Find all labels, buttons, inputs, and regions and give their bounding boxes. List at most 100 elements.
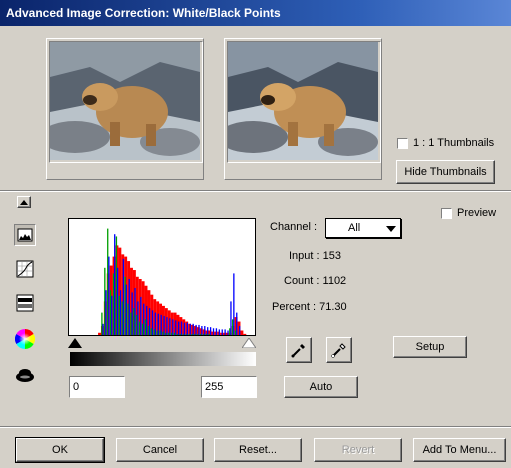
input-readout: Input : 153: [289, 250, 341, 262]
histogram-bar: [141, 323, 144, 335]
histogram-bar: [154, 312, 157, 335]
one-to-one-thumbnails-label: 1 : 1 Thumbnails: [413, 137, 495, 149]
histogram-bar: [105, 290, 107, 335]
histogram-bar: [102, 323, 104, 335]
section-divider: [0, 190, 511, 192]
histogram-bar: [128, 279, 130, 335]
histogram-bar: [233, 273, 235, 335]
histogram-bar: [168, 332, 170, 335]
histogram-bar: [112, 273, 115, 335]
histogram-bar: [146, 305, 148, 335]
reset-button[interactable]: Reset...: [214, 438, 302, 462]
histogram-bar: [169, 318, 171, 335]
black-eyedropper-icon: [291, 344, 305, 358]
levels-tool-icon[interactable]: [14, 292, 36, 314]
histogram-bar: [151, 310, 154, 335]
histogram-panel: [68, 218, 256, 336]
hat-tool-icon[interactable]: [14, 364, 36, 386]
histogram-bar: [230, 301, 232, 335]
histogram-bar: [234, 330, 237, 335]
histogram-bar: [140, 296, 142, 335]
histogram-bar: [109, 290, 112, 335]
histogram-bar: [130, 312, 132, 335]
channel-label: Channel :: [270, 221, 318, 233]
histogram-bar: [240, 330, 244, 335]
auto-button[interactable]: Auto: [284, 376, 358, 398]
histogram-bar: [232, 319, 234, 335]
white-point-slider[interactable]: [241, 337, 257, 350]
setup-button[interactable]: Setup: [393, 336, 467, 358]
window-title: Advanced Image Correction: White/Black P…: [0, 0, 511, 26]
black-point-slider[interactable]: [68, 338, 82, 350]
histogram-bar: [165, 332, 167, 335]
histogram-bar: [173, 332, 176, 335]
histogram-bar: [134, 287, 136, 335]
cancel-button[interactable]: Cancel: [116, 438, 204, 462]
histogram-bar: [236, 312, 238, 335]
corrected-thumbnail: [224, 38, 382, 180]
histogram-bar: [107, 228, 109, 335]
histogram-bar: [139, 321, 141, 335]
histogram-bar: [209, 327, 212, 335]
histogram-bar: [177, 321, 180, 335]
histogram-bar: [201, 326, 203, 335]
histogram-bar: [224, 329, 226, 335]
black-point-input[interactable]: 0: [69, 376, 125, 398]
histogram-bar: [148, 308, 151, 335]
histogram-bar: [179, 333, 182, 335]
histogram-bar: [115, 236, 118, 335]
channel-selected-value: All: [348, 222, 361, 234]
black-eyedropper-button[interactable]: [286, 337, 312, 363]
histogram-bar: [204, 326, 206, 335]
histogram-bar: [171, 332, 173, 335]
original-thumbnail: [46, 38, 204, 180]
histogram-bar: [188, 333, 190, 335]
histogram-bar: [243, 333, 247, 335]
white-eyedropper-button[interactable]: [326, 337, 352, 363]
histogram-bar: [195, 324, 197, 335]
histogram-bar: [118, 295, 121, 335]
white-point-input[interactable]: 255: [201, 376, 257, 398]
histogram-bar: [176, 333, 179, 335]
histogram-bar: [215, 328, 218, 335]
collapse-arrow-icon[interactable]: [17, 196, 31, 208]
tonal-gradient-bar: [70, 352, 256, 366]
histogram-bar: [104, 267, 106, 335]
hide-thumbnails-button[interactable]: Hide Thumbnails: [396, 160, 495, 184]
histogram-bar: [137, 301, 139, 335]
histogram-tool-icon[interactable]: [14, 224, 36, 246]
histogram-bar: [98, 332, 101, 335]
histogram-bar: [189, 323, 191, 335]
histogram-bar: [150, 328, 152, 335]
histogram-bar: [192, 323, 194, 335]
ok-button[interactable]: OK: [15, 437, 105, 463]
histogram-bar: [208, 333, 211, 335]
histogram-bar: [229, 328, 231, 335]
preview-checkbox[interactable]: [441, 208, 452, 219]
one-to-one-thumbnails-checkbox[interactable]: [397, 138, 408, 149]
histogram-bar: [227, 330, 229, 335]
add-to-menu-button[interactable]: Add To Menu...: [413, 438, 506, 462]
histogram-bar: [125, 284, 127, 335]
histogram-bar: [133, 308, 135, 335]
histogram-bar: [131, 292, 133, 335]
histogram-bar: [183, 322, 186, 335]
percent-readout: Percent : 71.30: [272, 301, 347, 313]
histogram-bar: [221, 329, 223, 335]
histogram-bar: [202, 333, 205, 335]
histogram-bar: [127, 303, 129, 335]
corrected-image: [227, 41, 381, 163]
color-wheel-icon[interactable]: [14, 328, 36, 350]
histogram-bar: [172, 319, 174, 335]
revert-button[interactable]: Revert: [314, 438, 402, 462]
dialog-window: Advanced Image Correction: White/Black P…: [0, 0, 511, 468]
histogram-bar: [163, 315, 165, 335]
histogram-bar: [194, 333, 196, 335]
histogram-bar: [207, 327, 209, 335]
histogram-bar: [239, 326, 241, 335]
curves-tool-icon[interactable]: [14, 258, 36, 280]
channel-dropdown[interactable]: All: [325, 218, 401, 238]
footer-divider: [0, 426, 511, 428]
histogram-bar: [121, 301, 123, 335]
histogram-bar: [101, 312, 103, 335]
